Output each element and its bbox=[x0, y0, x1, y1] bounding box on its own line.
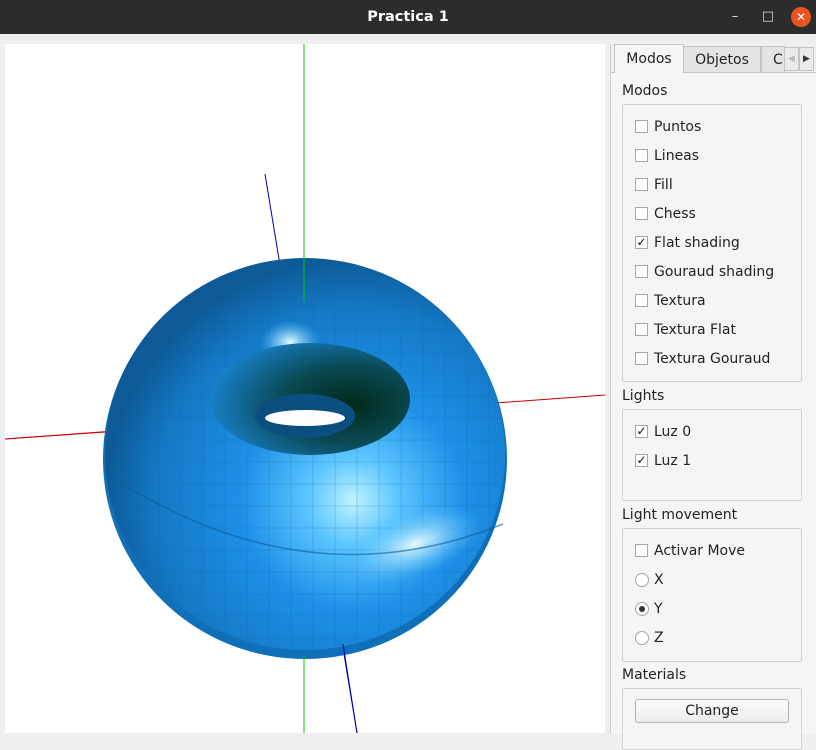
checkbox-icon[interactable] bbox=[635, 207, 648, 220]
window-title: Practica 1 bbox=[367, 9, 449, 25]
radio-selected-icon[interactable] bbox=[635, 602, 649, 616]
torus-mesh bbox=[103, 258, 507, 659]
checkbox-checked-icon[interactable]: ✓ bbox=[635, 454, 648, 467]
tab-bar: Modos Objetos C ◀ ▶ bbox=[611, 44, 816, 73]
radio-icon[interactable] bbox=[635, 631, 649, 645]
tab-scroll-left-icon[interactable]: ◀ bbox=[784, 47, 799, 71]
lights-group-title: Lights bbox=[622, 388, 665, 404]
close-icon[interactable]: ✕ bbox=[791, 7, 811, 27]
change-material-button[interactable]: Change bbox=[635, 699, 789, 723]
checkbox-icon[interactable] bbox=[635, 149, 648, 162]
checkbox-icon[interactable] bbox=[635, 178, 648, 191]
minimize-icon[interactable]: – bbox=[725, 7, 745, 27]
radio-icon[interactable] bbox=[635, 573, 649, 587]
checkbox-icon[interactable] bbox=[635, 323, 648, 336]
checkbox-icon[interactable] bbox=[635, 352, 648, 365]
gl-viewport[interactable] bbox=[5, 44, 605, 733]
z-axis-bottom bbox=[342, 643, 358, 733]
checkbox-icon[interactable] bbox=[635, 544, 648, 557]
light-movement-group-title: Light movement bbox=[622, 507, 738, 523]
scene-canvas bbox=[5, 44, 605, 733]
lights-group: ✓ Luz 0 ✓ Luz 1 bbox=[622, 409, 802, 501]
checkbox-checked-icon[interactable]: ✓ bbox=[635, 236, 648, 249]
light-movement-group: Activar Move X Y Z bbox=[622, 528, 802, 662]
checkbox-icon[interactable] bbox=[635, 294, 648, 307]
tab-c[interactable]: C bbox=[761, 46, 785, 72]
maximize-icon[interactable]: □ bbox=[758, 7, 778, 27]
checkbox-icon[interactable] bbox=[635, 120, 648, 133]
modos-group-title: Modos bbox=[622, 83, 668, 99]
tab-modos[interactable]: Modos bbox=[614, 44, 684, 73]
materials-group: Change bbox=[622, 688, 802, 750]
title-bar: Practica 1 – □ ✕ bbox=[0, 0, 816, 34]
checkbox-icon[interactable] bbox=[635, 265, 648, 278]
x-axis-front bbox=[5, 431, 106, 440]
tab-objetos[interactable]: Objetos bbox=[683, 46, 761, 72]
tab-scroll-right-icon[interactable]: ▶ bbox=[799, 47, 814, 71]
checkbox-checked-icon[interactable]: ✓ bbox=[635, 425, 648, 438]
tab-content-modos: Modos Puntos Lineas Fill Chess ✓ Flat sha… bbox=[611, 72, 816, 750]
modos-group: Puntos Lineas Fill Chess ✓ Flat shading G… bbox=[622, 104, 802, 382]
control-panel: Modos Objetos C ◀ ▶ Modos Puntos Lineas … bbox=[610, 44, 816, 750]
materials-group-title: Materials bbox=[622, 667, 687, 683]
